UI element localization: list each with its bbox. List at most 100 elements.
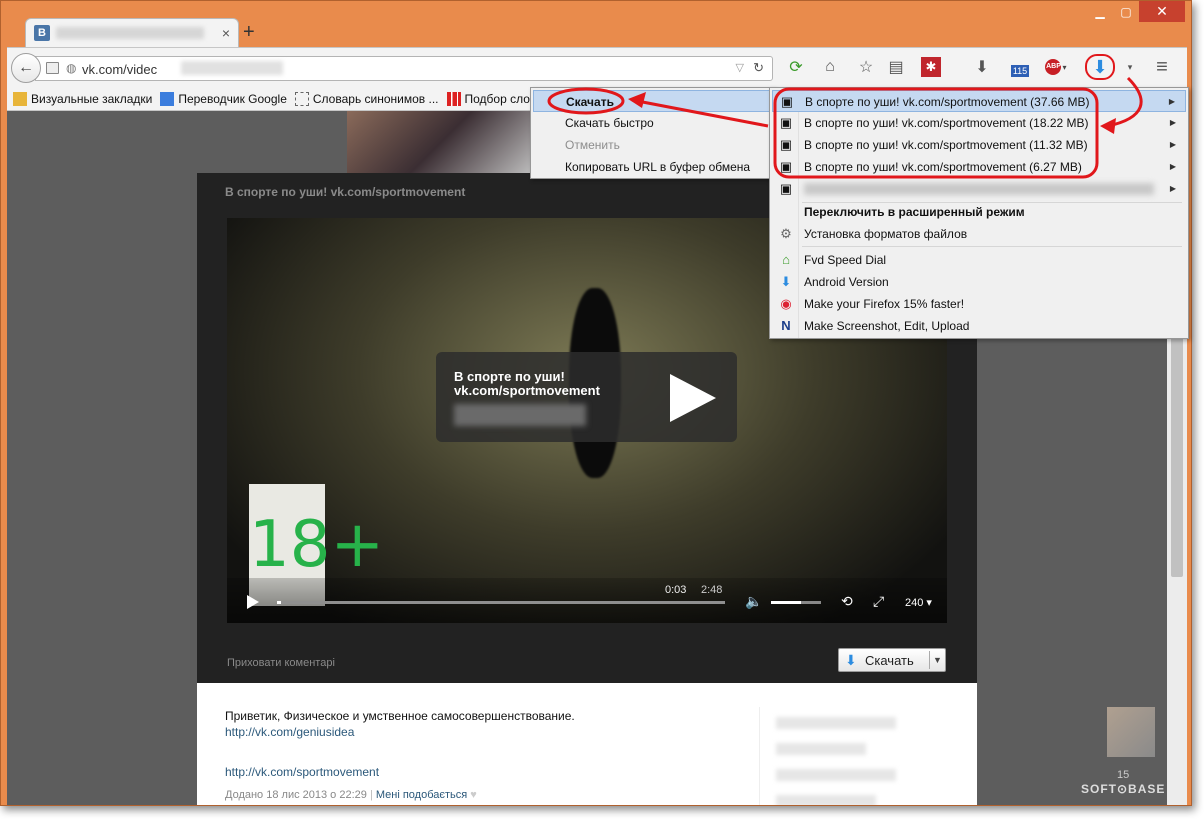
menu-item-copy-url[interactable]: Копировать URL в буфер обмена [533,156,771,178]
menu-separator [802,246,1182,247]
video-file-icon: ▣ [779,137,793,152]
download-arrow-icon: ⬇ [845,652,857,668]
avatar[interactable] [1107,707,1155,757]
viewer-count: 15 [1117,769,1130,781]
back-button[interactable]: ← [11,53,41,83]
fullscreen-icon[interactable]: ⤢ [873,593,884,610]
bookmark-star-icon[interactable]: ☆ [855,56,877,78]
submenu-arrow-icon: ▶ [1169,118,1176,127]
menu-item-formats[interactable]: ⚙ Установка форматов файлов [772,223,1186,245]
watermark-text: SOFT⊙BASE [1081,782,1166,796]
bookmark-label: Переводчик Google [178,91,287,106]
blurred-related-item [776,769,896,781]
menu-item-android[interactable]: ⬇ Android Version [772,271,1186,293]
current-time: 0:03 [665,584,687,596]
menu-item-fvd-speed-dial[interactable]: ⌂ Fvd Speed Dial [772,249,1186,271]
hamburger-menu-icon[interactable]: ≡ [1151,56,1173,78]
blurred-related-item [776,743,866,755]
loop-icon[interactable]: ⟲ [841,593,853,610]
menu-item-label: Установка форматов файлов [804,227,968,241]
menu-item-download-fast[interactable]: Скачать быстро [533,112,771,134]
menu-item-advanced-mode[interactable]: Переключить в расширенный режим [772,201,1186,223]
quality-value: 240 [905,597,924,609]
adblock-icon[interactable]: ABP ▾ [1045,56,1067,78]
bookmark-wordstat[interactable]: Подбор сло [446,91,530,106]
menu-item-download[interactable]: Скачать [533,90,771,112]
progress-bar[interactable] [277,601,725,604]
bookmark-label: Подбор сло [464,91,530,106]
bookmark-icon [13,91,27,106]
menu-item-label: Скачать [566,95,614,109]
blurred-related-item [776,795,876,805]
volume-icon[interactable]: 🔈 [745,593,762,610]
quality-selector[interactable]: 240 ▾ [905,596,932,609]
scrollbar-thumb[interactable] [1171,317,1183,577]
url-text[interactable]: vk.com/videc [82,62,157,77]
related-sidebar [759,707,915,805]
bookmark-dictionary[interactable]: Словарь синонимов ... [294,91,439,106]
menu-item-file[interactable]: ▣ В спорте по уши! vk.com/sportmovement … [772,156,1186,178]
blurred-menu-text [804,183,1154,195]
download-button[interactable]: ⬇ Скачать ▼ [838,648,946,672]
download-arrow-icon: ⬇ [780,274,792,289]
url-blurred-part [181,61,283,75]
overlay-title-line2: vk.com/sportmovement [454,383,600,398]
reload-icon[interactable]: ↻ [753,60,764,76]
video-thumbnail[interactable] [347,111,535,173]
submenu-arrow-icon: ▶ [1169,140,1176,149]
url-bar[interactable]: ◍ vk.com/videc ▽ ↻ [35,56,773,81]
file-label: В спорте по уши! vk.com/sportmovement (3… [805,95,1090,109]
hide-comments-link[interactable]: Приховати коментарі [227,657,335,669]
url-dropdown-icon[interactable]: ▽ [736,61,744,74]
gear-icon: ⚙ [780,226,792,241]
description-link[interactable]: http://vk.com/geniusidea [225,725,354,739]
upload-date-text: Додано 18 лис 2013 о 22:29 [225,789,367,801]
download-button-dropdown-icon[interactable]: ▼ [929,651,945,669]
description-link[interactable]: http://vk.com/sportmovement [225,765,379,779]
video-info-overlay[interactable]: В спорте по уши! vk.com/sportmovement [436,352,737,442]
menu-item-blurred[interactable]: ▣ ▶ [772,178,1186,200]
home-icon[interactable]: ⌂ [819,56,841,78]
file-label: В спорте по уши! vk.com/sportmovement (6… [804,160,1082,174]
video-file-icon: ▣ [779,115,793,130]
file-label: В спорте по уши! vk.com/sportmovement (1… [804,138,1088,152]
dictionary-icon [294,91,309,106]
calendar-badge-icon[interactable]: 115 [1009,56,1031,78]
chrome-icon: ◉ [780,296,792,311]
tab-close-icon[interactable]: × [222,25,230,41]
refresh-addon-icon[interactable]: ⟳ [785,56,807,78]
volume-slider[interactable] [771,601,821,604]
menu-item-file[interactable]: ▣ В спорте по уши! vk.com/sportmovement … [772,112,1186,134]
menu-item-screenshot[interactable]: N Make Screenshot, Edit, Upload [772,315,1186,337]
tab-active[interactable]: B × [25,18,239,47]
bookmark-visual[interactable]: Визуальные закладки [13,91,152,106]
submenu-arrow-icon: ▶ [1168,97,1175,106]
player-controls: 0:03 2:48 🔈 ⟲ ⤢ 240 ▾ [227,578,947,623]
downloads-icon[interactable]: ⬇ [971,56,993,78]
play-icon[interactable] [247,595,259,609]
download-helper-menu: ▣ В спорте по уши! vk.com/sportmovement … [769,87,1189,339]
duration: 2:48 [701,584,723,596]
heart-icon[interactable]: ♥ [470,789,477,801]
video-title: В спорте по уши! vk.com/sportmovement [225,185,466,199]
description-text: Приветик, Физическое и умственное самосо… [225,709,575,723]
menu-item-firefox-faster[interactable]: ◉ Make your Firefox 15% faster! [772,293,1186,315]
big-play-icon[interactable] [670,374,716,422]
menu-item-label: Make Screenshot, Edit, Upload [804,319,970,333]
download-helper-icon[interactable]: ⬇ [1085,54,1115,80]
globe-icon: ◍ [66,61,77,75]
navigation-toolbar: ◍ vk.com/videc ▽ ↻ ← ⟳ ⌂ ☆ ▤ ✱ ⬇ 115 ABP… [7,47,1187,87]
download-helper-dropdown-icon[interactable]: ▾ [1119,56,1141,78]
progress-fill [277,601,282,604]
bookmark-translate[interactable]: Переводчик Google [160,91,287,106]
reading-list-icon[interactable]: ▤ [885,56,907,78]
upload-date: Додано 18 лис 2013 о 22:29 | Мені подоба… [225,789,477,801]
addon-asterisk-icon[interactable]: ✱ [921,57,941,77]
screenshot-n-icon: N [781,318,791,333]
like-link[interactable]: Мені подобається [376,789,467,801]
translate-icon [160,91,175,106]
download-button-label: Скачать [865,653,914,668]
new-tab-icon[interactable]: + [243,21,255,44]
menu-item-file[interactable]: ▣ В спорте по уши! vk.com/sportmovement … [772,90,1186,112]
menu-item-file[interactable]: ▣ В спорте по уши! vk.com/sportmovement … [772,134,1186,156]
